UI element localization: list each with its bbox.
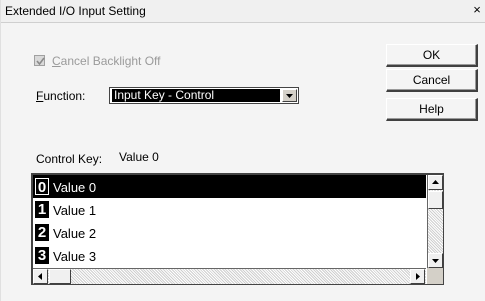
- dialog-window: Extended I/O Input Setting × Cancel Back…: [0, 0, 485, 301]
- up-arrow-icon: [432, 180, 439, 184]
- listbox-rows: 0 Value 0 1 Value 1 2 Value 2 3 Value 3 …: [33, 175, 426, 269]
- list-item-label: Value 3: [53, 249, 97, 264]
- cancel-backlight-label: Cancel Backlight Off: [52, 54, 161, 68]
- close-icon[interactable]: ×: [470, 2, 484, 18]
- right-arrow-icon: [416, 273, 420, 280]
- function-selected-value: Input Key - Control: [112, 89, 280, 102]
- left-arrow-icon: [38, 273, 42, 280]
- list-item-label: Value 2: [53, 226, 97, 241]
- list-item-number: 3: [35, 247, 49, 264]
- function-dropdown[interactable]: Input Key - Control: [109, 87, 299, 104]
- function-dropdown-button[interactable]: [282, 89, 297, 102]
- list-item-number: 2: [35, 224, 49, 241]
- control-key-listbox[interactable]: 0 Value 0 1 Value 1 2 Value 2 3 Value 3 …: [31, 173, 444, 285]
- cancel-backlight-mnemonic: C: [52, 54, 61, 68]
- scroll-left-button[interactable]: [33, 269, 48, 284]
- horizontal-scroll-thumb[interactable]: [49, 269, 71, 284]
- list-item-number: 1: [35, 201, 49, 218]
- scrollbar-corner: [427, 268, 443, 284]
- function-label-text: unction:: [43, 89, 86, 103]
- horizontal-scrollbar[interactable]: [33, 268, 426, 284]
- chevron-down-icon: [286, 94, 293, 98]
- window-title: Extended I/O Input Setting: [5, 4, 146, 18]
- list-item-label: Value 0: [53, 180, 97, 195]
- control-key-value: Value 0: [119, 150, 159, 164]
- list-item[interactable]: 3 Value 3: [33, 244, 426, 267]
- control-key-label: Control Key:: [36, 152, 103, 166]
- list-item-label: Value 1: [53, 203, 97, 218]
- list-item[interactable]: 0 Value 0: [33, 175, 426, 198]
- title-bar[interactable]: Extended I/O Input Setting ×: [1, 0, 485, 23]
- list-item-number: 0: [35, 178, 49, 196]
- cancel-backlight-checkbox: [34, 55, 45, 66]
- list-item[interactable]: 1 Value 1: [33, 198, 426, 221]
- help-button[interactable]: Help: [386, 98, 478, 121]
- scroll-down-button[interactable]: [428, 253, 443, 268]
- ok-button[interactable]: OK: [386, 44, 478, 67]
- cancel-backlight-label-text: ancel Backlight Off: [60, 54, 161, 68]
- list-item[interactable]: 2 Value 2: [33, 221, 426, 244]
- function-label: Function:: [36, 89, 85, 103]
- vertical-scrollbar[interactable]: [427, 175, 443, 269]
- checkmark-icon: [36, 57, 45, 66]
- vertical-scroll-thumb[interactable]: [428, 191, 443, 209]
- down-arrow-icon: [432, 259, 439, 263]
- scroll-right-button[interactable]: [410, 269, 425, 284]
- cancel-button[interactable]: Cancel: [386, 69, 478, 92]
- scroll-up-button[interactable]: [428, 175, 443, 190]
